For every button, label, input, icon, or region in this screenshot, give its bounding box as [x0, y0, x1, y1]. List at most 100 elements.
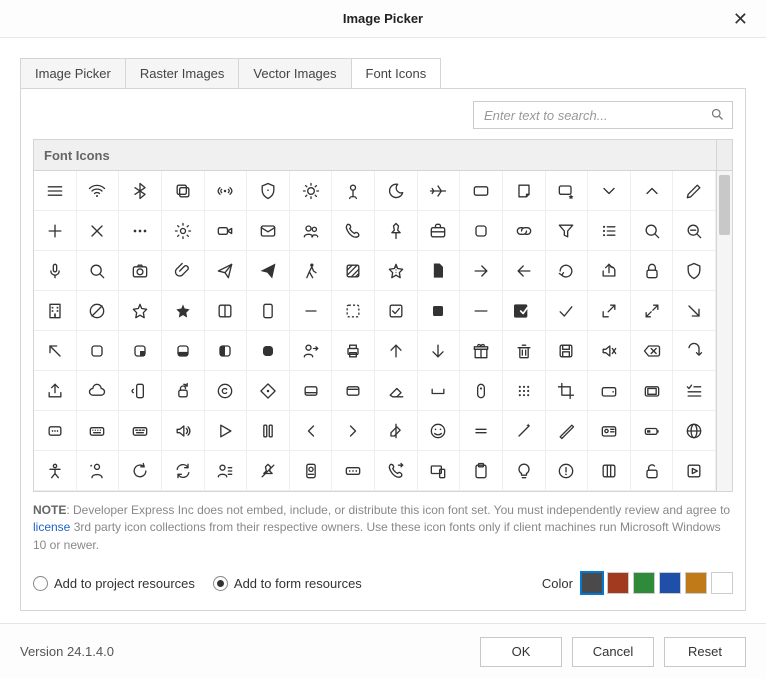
video-icon[interactable] [205, 211, 248, 251]
walk-icon[interactable] [290, 251, 333, 291]
diagonal-stripes-icon[interactable] [332, 251, 375, 291]
square-icon[interactable] [460, 211, 503, 251]
wand-icon[interactable] [503, 411, 546, 451]
search-icon[interactable] [77, 251, 120, 291]
device-star-icon[interactable] [546, 171, 589, 211]
password-icon[interactable] [332, 451, 375, 491]
airplane-icon[interactable] [418, 171, 461, 211]
target-icon[interactable] [247, 371, 290, 411]
square-fill-icon[interactable] [418, 291, 461, 331]
columns-icon[interactable] [205, 291, 248, 331]
color-swatch[interactable] [581, 572, 603, 594]
tablet-frame-icon[interactable] [631, 371, 674, 411]
user-transfer-icon[interactable] [290, 331, 333, 371]
plus-icon[interactable] [34, 211, 77, 251]
cloud-icon[interactable] [77, 371, 120, 411]
keyboard-alt-icon[interactable] [119, 411, 162, 451]
lock-refresh-icon[interactable] [162, 371, 205, 411]
redo-down-icon[interactable] [673, 331, 716, 371]
reset-button[interactable]: Reset [664, 637, 746, 667]
send-fill-icon[interactable] [247, 251, 290, 291]
color-swatch[interactable] [685, 572, 707, 594]
color-swatch[interactable] [711, 572, 733, 594]
arrow-up-icon[interactable] [375, 331, 418, 371]
close-icon[interactable]: ✕ [725, 7, 756, 32]
checkbox-icon[interactable] [375, 291, 418, 331]
ellipsis-icon[interactable] [119, 211, 162, 251]
briefcase-icon[interactable] [418, 211, 461, 251]
smile-icon[interactable] [418, 411, 461, 451]
mail-icon[interactable] [247, 211, 290, 251]
shield-outline-icon[interactable] [673, 251, 716, 291]
highlighter-icon[interactable] [375, 411, 418, 451]
chevron-left-icon[interactable] [290, 411, 333, 451]
person-lines-icon[interactable] [205, 451, 248, 491]
tablet-h-icon[interactable] [460, 171, 503, 211]
tab-image-picker[interactable]: Image Picker [20, 58, 126, 88]
copy-icon[interactable] [162, 171, 205, 211]
menu-icon[interactable] [34, 171, 77, 211]
chevron-up-icon[interactable] [631, 171, 674, 211]
volume-off-icon[interactable] [588, 331, 631, 371]
phone-forward-icon[interactable] [375, 451, 418, 491]
person-star-icon[interactable] [77, 451, 120, 491]
mic-icon[interactable] [34, 251, 77, 291]
color-swatch[interactable] [659, 572, 681, 594]
brightness-icon[interactable] [290, 171, 333, 211]
mouse-icon[interactable] [460, 371, 503, 411]
tab-font-icons[interactable]: Font Icons [351, 58, 442, 88]
tab-vector-images[interactable]: Vector Images [238, 58, 351, 88]
save-icon[interactable] [546, 331, 589, 371]
arrow-up-left-icon[interactable] [34, 331, 77, 371]
close-icon[interactable] [77, 211, 120, 251]
print-icon[interactable] [332, 331, 375, 371]
arrow-left-icon[interactable] [503, 251, 546, 291]
pause-icon[interactable] [247, 411, 290, 451]
scrollbar-thumb[interactable] [719, 175, 730, 235]
attachment-icon[interactable] [162, 251, 205, 291]
wifi-icon[interactable] [77, 171, 120, 211]
upload-icon[interactable] [34, 371, 77, 411]
arrow-in-icon[interactable] [588, 291, 631, 331]
undo-circle-icon[interactable] [119, 451, 162, 491]
brush-icon[interactable] [546, 411, 589, 451]
radio-project-resources[interactable]: Add to project resources [33, 576, 195, 591]
checkmark-icon[interactable] [546, 291, 589, 331]
lightbulb-icon[interactable] [503, 451, 546, 491]
refresh-icon[interactable] [546, 251, 589, 291]
filter-icon[interactable] [546, 211, 589, 251]
bookmark-col-icon[interactable] [588, 451, 631, 491]
zoom-out-icon[interactable] [673, 211, 716, 251]
square-round-fill-icon[interactable] [247, 331, 290, 371]
dash-box-icon[interactable] [332, 291, 375, 331]
ok-button[interactable]: OK [480, 637, 562, 667]
scrollbar[interactable] [716, 171, 732, 491]
broadcast-icon[interactable] [205, 171, 248, 211]
search-icon[interactable] [631, 211, 674, 251]
moon-icon[interactable] [375, 171, 418, 211]
share-icon[interactable] [588, 251, 631, 291]
arrow-down-right-icon[interactable] [673, 291, 716, 331]
battery-icon[interactable] [631, 411, 674, 451]
arrow-right-icon[interactable] [460, 251, 503, 291]
building-icon[interactable] [34, 291, 77, 331]
file-fill-icon[interactable] [418, 251, 461, 291]
phone-incoming-icon[interactable] [332, 211, 375, 251]
tablet-landscape-icon[interactable] [588, 371, 631, 411]
unlock-icon[interactable] [631, 451, 674, 491]
alert-circle-icon[interactable] [546, 451, 589, 491]
trash-icon[interactable] [503, 331, 546, 371]
keyboard-icon[interactable] [77, 411, 120, 451]
chevron-right-icon[interactable] [332, 411, 375, 451]
note-icon[interactable] [503, 171, 546, 211]
id-card-icon[interactable] [588, 411, 631, 451]
shield-icon[interactable] [247, 171, 290, 211]
search-input[interactable] [473, 101, 733, 129]
globe-icon[interactable] [673, 411, 716, 451]
equals-icon[interactable] [460, 411, 503, 451]
no-pin-icon[interactable] [247, 451, 290, 491]
passport-icon[interactable] [290, 451, 333, 491]
devices-icon[interactable] [418, 451, 461, 491]
dialpad-icon[interactable] [503, 371, 546, 411]
search-icon[interactable] [710, 107, 725, 125]
